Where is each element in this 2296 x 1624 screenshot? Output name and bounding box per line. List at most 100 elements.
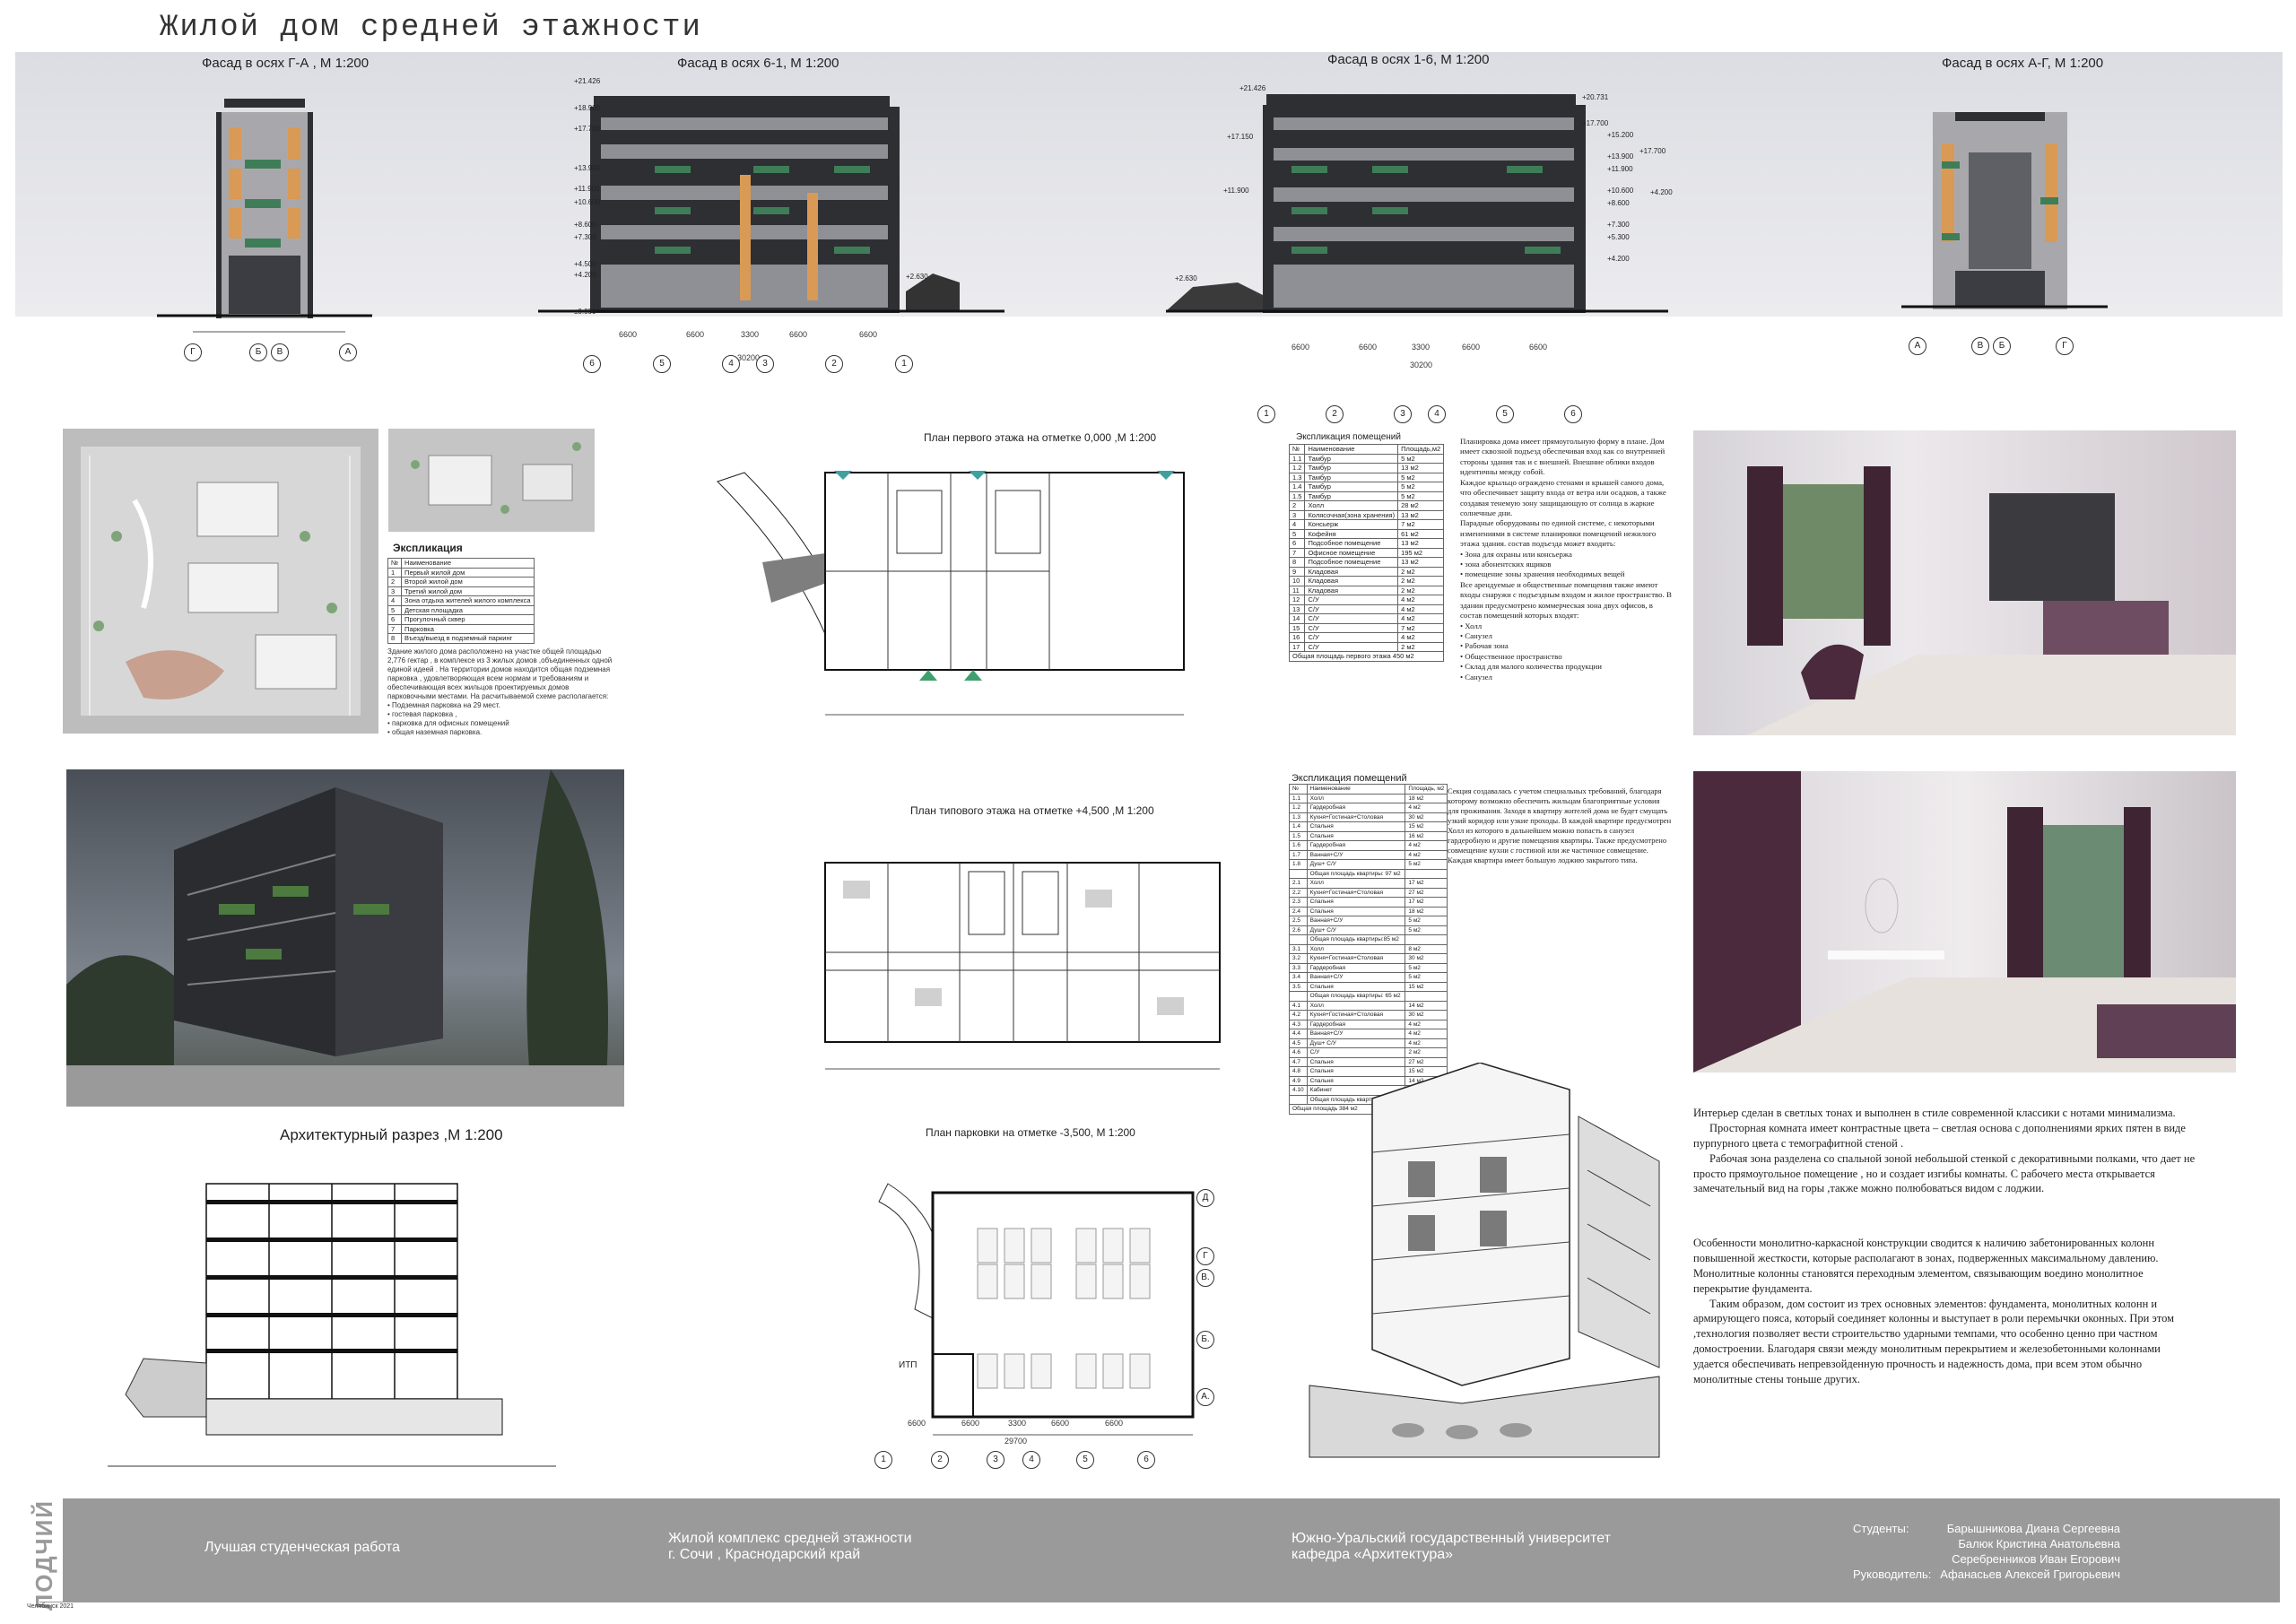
table-cell: 7 м2 bbox=[1397, 622, 1445, 633]
table-row: 1 Первый жилой дом bbox=[387, 567, 535, 578]
table-cell: 61 м2 bbox=[1397, 528, 1445, 539]
table-cell: Кухня+Гостиная+Столовая bbox=[1306, 1010, 1406, 1020]
table-cell: Гардеробная bbox=[1306, 962, 1406, 973]
plan-description: Планировка дома имеет прямоугольную форм… bbox=[1460, 437, 1672, 682]
axis-marker: 5 bbox=[1496, 405, 1514, 423]
level-mark: +10.600 bbox=[1607, 187, 1634, 195]
table-cell: 11 bbox=[1288, 585, 1306, 595]
itp-room-label: ИТП bbox=[899, 1360, 918, 1370]
table-row: 2.6 Душ+ С/У 5 м2 bbox=[1289, 925, 1448, 935]
level-mark: +4.200 bbox=[574, 271, 596, 279]
table-row: 11 Кладовая 2 м2 bbox=[1288, 585, 1445, 595]
table-row: 4.5 Душ+ С/У 4 м2 bbox=[1289, 1038, 1448, 1048]
level-mark: +11.900 bbox=[574, 185, 600, 193]
level-mark: +8.600 bbox=[574, 221, 596, 229]
table-cell: Ванная+С/У bbox=[1306, 916, 1406, 926]
table-row: 3 Колясочная(зона хранения) 13 м2 bbox=[1288, 509, 1445, 520]
table-cell: 30 м2 bbox=[1405, 812, 1448, 822]
dimension: 3300 bbox=[1412, 343, 1431, 352]
table-cell: Кладовая bbox=[1304, 585, 1399, 595]
project-line: Жилой комплекс средней этажности bbox=[668, 1531, 912, 1546]
table-cell: Зона отдыха жителей жилого комплекса bbox=[401, 595, 535, 606]
level-mark: +17.700 bbox=[574, 125, 601, 133]
plan-paragraph: Парадные оборудованы по единой системе, … bbox=[1460, 518, 1657, 549]
table-cell: 8 м2 bbox=[1405, 943, 1448, 954]
table-cell: Спальня bbox=[1306, 981, 1406, 992]
dimension: 6600 bbox=[619, 330, 638, 339]
axis-marker: Г bbox=[184, 343, 202, 361]
dimension: 6600 bbox=[908, 1419, 926, 1428]
table-cell: 4 м2 bbox=[1405, 849, 1448, 860]
table-cell: 5 м2 bbox=[1405, 916, 1448, 926]
table-cell: 3.3 bbox=[1289, 962, 1308, 973]
table-row: 1.3 Кухня+Гостиная+Столовая 30 м2 bbox=[1289, 812, 1448, 822]
plan-paragraph: Планировка дома имеет прямоугольную форм… bbox=[1460, 437, 1665, 477]
table-cell: 5 м2 bbox=[1397, 491, 1445, 501]
plan-list-item: • зона абонентских ящиков bbox=[1460, 560, 1552, 569]
table-row: 1.5 Тамбур 5 м2 bbox=[1288, 491, 1445, 501]
table-cell: Консьерж bbox=[1304, 519, 1399, 530]
elevation-2-drawing bbox=[538, 96, 1004, 313]
university-info: Южно-Уральский государственный университ… bbox=[1292, 1531, 1611, 1564]
table-row: 3.3 Гардеробная 5 м2 bbox=[1289, 962, 1448, 973]
dimension-total: 30200 bbox=[1410, 360, 1433, 369]
dimension: 6600 bbox=[1462, 343, 1481, 352]
elevation-3-caption: Фасад в осях 1-6, М 1:200 bbox=[1327, 52, 1490, 67]
site-description: Здание жилого дома расположено на участк… bbox=[387, 647, 616, 737]
table-cell: Тамбур bbox=[1304, 482, 1399, 492]
logo: ЛОДЧИЙ Челябинск 2021 bbox=[27, 1489, 74, 1614]
table-cell: № bbox=[387, 558, 403, 569]
table-cell: 2.2 bbox=[1289, 887, 1308, 898]
table-cell: Парковка bbox=[401, 623, 535, 634]
table-cell: 5 м2 bbox=[1397, 472, 1445, 482]
site-plan-image bbox=[63, 429, 378, 734]
table-cell: Прогулочный сквер bbox=[401, 614, 535, 625]
table-cell: 4 м2 bbox=[1405, 840, 1448, 851]
plan-list-item: • Санузел bbox=[1460, 672, 1492, 682]
table-row: 1.3 Тамбур 5 м2 bbox=[1288, 472, 1445, 482]
table-cell: Ванная+С/У bbox=[1306, 972, 1406, 983]
table-row: 3.5 Спальня 15 м2 bbox=[1289, 981, 1448, 992]
award-label: Лучшая студенческая работа bbox=[204, 1540, 401, 1555]
level-mark: +2.630 bbox=[1175, 274, 1197, 282]
table-cell: Кухня+Гостиная+Столовая bbox=[1306, 953, 1406, 964]
typical-floor-text: Секция создавалась с учетом специальных … bbox=[1448, 786, 1672, 865]
table-row: 2.1 Холл 17 м2 bbox=[1289, 878, 1448, 889]
level-mark: +4.200 bbox=[1607, 255, 1630, 263]
table-cell: Душ+ С/У bbox=[1306, 925, 1406, 935]
university-line: кафедра «Архитектура» bbox=[1292, 1547, 1454, 1563]
table-cell: Спальня bbox=[1306, 830, 1406, 841]
table-row: 3.4 Ванная+С/У 5 м2 bbox=[1289, 972, 1448, 983]
plan-list-item: • Санузел bbox=[1460, 631, 1492, 641]
table-cell: 30 м2 bbox=[1405, 953, 1448, 964]
section-drawing bbox=[108, 1183, 556, 1467]
site-expl-table: № Наименование 1 Первый жилой дом 2 Второй жи… bbox=[387, 558, 535, 644]
table-cell: 30 м2 bbox=[1405, 1010, 1448, 1020]
table-row: 13 С/У 4 м2 bbox=[1288, 604, 1445, 614]
student-name: Барышникова Диана Сергеевна bbox=[1946, 1522, 2120, 1535]
table-cell: 4 м2 bbox=[1405, 1029, 1448, 1039]
plan-typical-caption: План типового этажа на отметке +4,500 ,М… bbox=[910, 804, 1154, 817]
table-row: 2 Холл 28 м2 bbox=[1288, 500, 1445, 511]
table-cell: 9 bbox=[1288, 566, 1306, 577]
table-row: 1.6 Гардеробная 4 м2 bbox=[1289, 840, 1448, 851]
table-row: 1.4 Тамбур 5 м2 bbox=[1288, 482, 1445, 492]
table-cell: 4 м2 bbox=[1397, 595, 1445, 605]
level-mark: +4.500 bbox=[574, 260, 596, 268]
dimension: 3300 bbox=[1008, 1419, 1027, 1428]
table-cell: С/У bbox=[1304, 613, 1399, 624]
expl1-total: Общая площадь первого этажа 450 м2 bbox=[1288, 651, 1445, 662]
table-row: 2.4 Спальня 18 м2 bbox=[1289, 906, 1448, 916]
table-cell: Офисное помещение bbox=[1304, 547, 1399, 558]
table-cell: 1.4 bbox=[1289, 821, 1308, 832]
table-row: 1.8 Душ+ С/У 5 м2 bbox=[1289, 859, 1448, 870]
table-row: 1.2 Тамбур 13 м2 bbox=[1288, 463, 1445, 473]
site-list-item: • парковка для офисных помещений bbox=[387, 719, 509, 727]
axis-marker: 1 bbox=[874, 1451, 892, 1469]
table-cell: 3.5 bbox=[1289, 981, 1308, 992]
table-cell: Второй жилой дом bbox=[401, 577, 535, 587]
table-cell: 1.3 bbox=[1288, 472, 1306, 482]
level-mark: +18.900 bbox=[574, 104, 601, 112]
table-cell: 1.7 bbox=[1289, 849, 1308, 860]
table-cell: 6 bbox=[1288, 538, 1306, 549]
